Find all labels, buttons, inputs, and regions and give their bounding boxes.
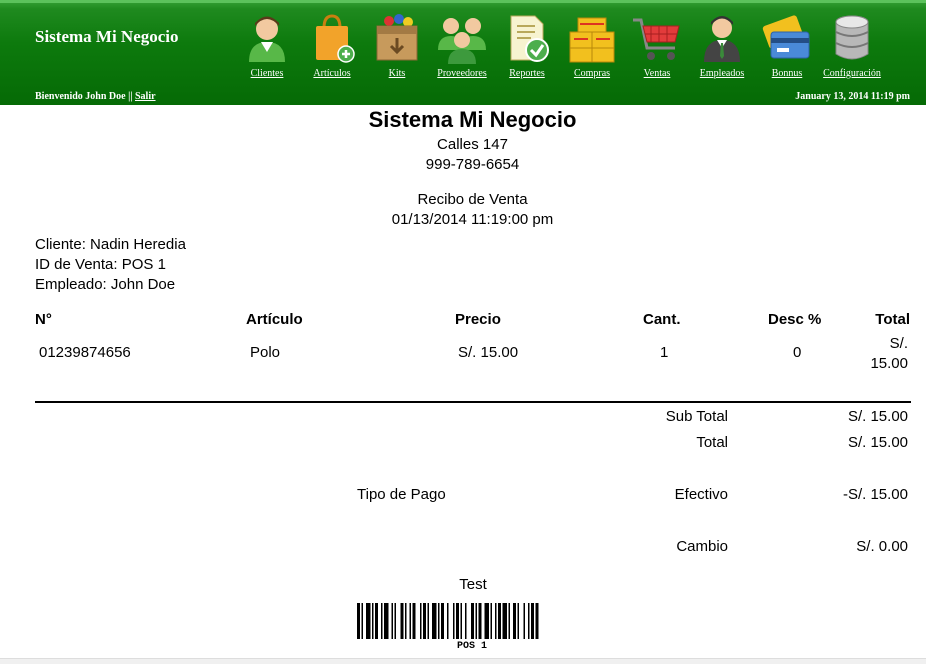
app-title: Sistema Mi Negocio xyxy=(35,27,179,46)
cell-precio: S/. 15.00 xyxy=(458,344,519,361)
cell-total: S/. 15.00 xyxy=(870,335,908,372)
nav-ventas[interactable]: Ventas xyxy=(622,12,692,84)
nav-label: Reportes xyxy=(509,68,545,79)
cell-cant: 1 xyxy=(660,344,669,361)
change-label: Cambio xyxy=(676,538,728,555)
payment-type-label: Tipo de Pago xyxy=(357,486,446,503)
col-header-total: Total xyxy=(875,311,910,328)
employee-icon xyxy=(704,16,740,62)
group-icon xyxy=(438,18,486,64)
nav-clientes[interactable]: Clientes xyxy=(232,12,302,84)
total-value: S/. 15.00 xyxy=(847,434,908,451)
nav-bonnus[interactable]: Bonnus xyxy=(752,12,822,84)
nav-label: Kits xyxy=(388,68,406,79)
nav-label: Ventas xyxy=(643,68,671,79)
employee-info: Empleado: John Doe xyxy=(35,276,176,293)
payment-value: -S/. 15.00 xyxy=(842,486,908,503)
payment-method: Efectivo xyxy=(674,486,728,503)
welcome-label: Bienvenido John Doe || xyxy=(35,91,133,102)
nav-label: Clientes xyxy=(250,68,284,79)
barcode-text: POS 1 xyxy=(456,641,487,652)
subtotal-value: S/. 15.00 xyxy=(847,408,908,425)
nav-label: Compras xyxy=(573,68,611,79)
cell-articulo: Polo xyxy=(250,344,281,361)
total-label: Total xyxy=(696,434,728,451)
company-phone: 999-789-6654 xyxy=(425,156,520,173)
shopping-bag-icon xyxy=(316,14,355,63)
document-check-icon xyxy=(510,15,549,62)
nav-label: Proveedores xyxy=(437,68,487,79)
cell-desc: 0 xyxy=(793,344,802,361)
col-header-precio: Precio xyxy=(455,311,501,328)
customer-info: Cliente: Nadin Heredia xyxy=(35,236,186,253)
database-icon xyxy=(835,15,869,60)
nav-reportes[interactable]: Reportes xyxy=(492,12,562,84)
nav-label: Bonnus xyxy=(771,68,803,79)
receipt-date: 01/13/2014 11:19:00 pm xyxy=(391,211,554,228)
receipt-footer-text: Test xyxy=(459,576,487,593)
app-header: Sistema Mi Negocio Clientes Artículos Ki… xyxy=(0,0,926,105)
boxes-icon xyxy=(569,17,615,63)
header-datetime: January 13, 2014 11:19 pm xyxy=(795,91,910,102)
nav-empleados[interactable]: Empleados xyxy=(687,12,757,84)
nav-configuracion[interactable]: Configuración xyxy=(817,12,887,84)
receipt-title: Recibo de Venta xyxy=(417,191,528,208)
company-address: Calles 147 xyxy=(437,136,508,153)
cell-num: 01239874656 xyxy=(39,344,131,361)
cart-icon xyxy=(633,18,680,60)
col-header-desc: Desc % xyxy=(768,311,822,328)
col-header-articulo: Artículo xyxy=(246,311,303,328)
company-name: Sistema Mi Negocio xyxy=(368,107,577,132)
subtotal-label: Sub Total xyxy=(665,408,728,425)
nav-label: Empleados xyxy=(699,68,745,79)
col-header-cant: Cant. xyxy=(643,311,681,328)
card-icon xyxy=(762,15,810,59)
page-bottom-edge xyxy=(0,658,926,664)
col-header-num: N° xyxy=(35,311,52,328)
logout-link[interactable]: Salir xyxy=(135,91,156,102)
box-icon xyxy=(376,14,418,61)
customer-icon xyxy=(249,16,285,62)
barcode xyxy=(357,603,539,639)
table-divider xyxy=(35,401,911,403)
welcome-text: Bienvenido John Doe || Salir xyxy=(35,91,156,102)
sale-id-info: ID de Venta: POS 1 xyxy=(35,256,166,273)
nav-articulos[interactable]: Artículos xyxy=(297,12,367,84)
nav-proveedores[interactable]: Proveedores xyxy=(427,12,497,84)
nav-compras[interactable]: Compras xyxy=(557,12,627,84)
nav-label: Artículos xyxy=(313,68,351,79)
change-value: S/. 0.00 xyxy=(856,538,908,555)
nav-label: Configuración xyxy=(823,68,881,79)
nav-kits[interactable]: Kits xyxy=(362,12,432,84)
